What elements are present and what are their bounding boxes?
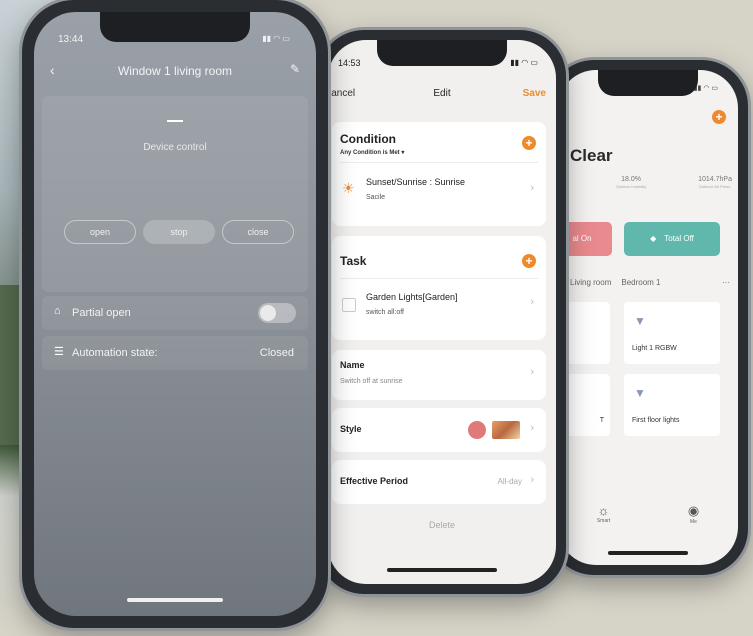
status-icons: ▮▮ ◠ ▭: [510, 58, 538, 67]
device-card-first-floor-lights[interactable]: ▼ First floor lights: [624, 374, 720, 436]
style-row[interactable]: Style ›: [332, 408, 546, 452]
sunrise-icon: ☀: [342, 180, 355, 196]
bulb-icon: ▼: [634, 314, 646, 328]
save-button[interactable]: Save: [523, 88, 546, 99]
phone-notch: [598, 70, 698, 96]
add-button[interactable]: +: [712, 110, 726, 124]
stop-button[interactable]: stop: [143, 220, 215, 244]
phone-middle: 14:53 ▮▮ ◠ ▭ Cancel Edit Save Condition …: [318, 30, 566, 594]
chevron-right-icon: ›: [530, 474, 534, 486]
add-task-button[interactable]: +: [522, 254, 536, 268]
total-off-button[interactable]: ◆ Total Off: [624, 222, 720, 256]
page-title: Window 1 living room: [117, 64, 233, 78]
status-time: 13:44: [58, 34, 84, 45]
tab-living-room[interactable]: Living room: [570, 278, 611, 287]
device-icon: [342, 298, 356, 312]
control-buttons: open stop close: [64, 220, 294, 244]
bottom-tab-bar: ☼ Smart ◉ Me: [558, 503, 738, 525]
device-control-label: Device control: [143, 142, 207, 153]
name-row[interactable]: Name Switch off at sunrise ›: [332, 350, 546, 400]
tab-smart[interactable]: ☼ Smart: [597, 503, 610, 525]
condition-title: Condition: [340, 132, 396, 146]
chevron-right-icon: ›: [530, 296, 534, 308]
home-indicator: [608, 551, 688, 555]
task-title: Task: [340, 254, 367, 268]
style-image-thumbnail: [492, 421, 520, 439]
nav-bar: ‹ Window 1 living room ✎: [34, 62, 316, 84]
close-button[interactable]: close: [222, 220, 294, 244]
tab-bedroom[interactable]: Bedroom 1: [621, 278, 660, 287]
status-time: 14:53: [338, 58, 361, 68]
chevron-right-icon: ›: [530, 422, 534, 434]
phone-right: ▮▮ ◠ ▭ + Clear 18.0% Outdoor humidity 101…: [548, 60, 748, 575]
condition-card: Condition Any Condition is Met ▾ + ☀ Sun…: [332, 122, 546, 226]
device-card-light-rgbw[interactable]: ▼ Light 1 RGBW: [624, 302, 720, 364]
effective-period-row[interactable]: Effective Period All-day ›: [332, 460, 546, 504]
total-on-button[interactable]: al On: [558, 222, 612, 256]
add-condition-button[interactable]: +: [522, 136, 536, 150]
stat-item: 1014.7hPa Outdoor Air Press.: [698, 176, 732, 189]
chevron-right-icon: ›: [530, 366, 534, 378]
partial-open-row: ⌂ Partial open: [42, 296, 308, 330]
style-color-swatch: [468, 421, 486, 439]
stat-item: 18.0% Outdoor humidity: [615, 176, 647, 189]
weather-stats: 18.0% Outdoor humidity 1014.7hPa Outdoor A…: [564, 176, 732, 189]
status-icons: ▮▮ ◠ ▭: [262, 34, 290, 43]
divider: [340, 162, 538, 163]
divider: [340, 278, 538, 279]
automation-state-row: ☰ Automation state: Closed: [42, 336, 308, 370]
room-tabs: Living room Bedroom 1 ···: [570, 278, 730, 287]
phone-right-screen: ▮▮ ◠ ▭ + Clear 18.0% Outdoor humidity 101…: [558, 70, 738, 565]
automation-state-value: Closed: [259, 347, 294, 359]
chevron-right-icon: ›: [530, 182, 534, 194]
edit-icon[interactable]: ✎: [290, 62, 300, 76]
menu-icon: ☰: [54, 346, 64, 358]
phone-middle-screen: 14:53 ▮▮ ◠ ▭ Cancel Edit Save Condition …: [328, 40, 556, 584]
home-indicator: [387, 568, 497, 572]
task-item[interactable]: Garden Lights[Garden] switch all:off ›: [332, 282, 546, 334]
sun-icon: ☼: [597, 503, 610, 518]
bulb-icon: ▼: [634, 386, 646, 400]
device-state-indicator: [167, 120, 183, 122]
device-control-panel: [42, 96, 308, 292]
delete-button[interactable]: Delete: [328, 520, 556, 530]
task-card: Task + Garden Lights[Garden] switch all:…: [332, 236, 546, 340]
condition-mode[interactable]: Any Condition is Met ▾: [340, 149, 404, 156]
nav-bar: Cancel Edit Save: [328, 88, 556, 108]
weather-label: Clear: [570, 146, 613, 165]
phone-left-screen: 13:44 ▮▮ ◠ ▭ ‹ Window 1 living room ✎ De…: [34, 12, 316, 616]
condition-item[interactable]: ☀ Sunset/Sunrise : Sunrise Sacile ›: [332, 166, 546, 220]
open-button[interactable]: open: [64, 220, 136, 244]
phone-notch: [100, 12, 250, 42]
phone-left: 13:44 ▮▮ ◠ ▭ ‹ Window 1 living room ✎ De…: [22, 0, 328, 628]
status-icons: ▮▮ ◠ ▭: [693, 85, 718, 92]
tag-icon: ◆: [650, 234, 657, 243]
tab-me[interactable]: ◉ Me: [688, 503, 699, 525]
partial-open-toggle[interactable]: [258, 303, 296, 323]
home-indicator: [127, 598, 223, 602]
user-icon: ◉: [687, 503, 700, 518]
phone-notch: [377, 40, 507, 66]
home-icon: ⌂: [54, 305, 61, 317]
more-tabs-icon[interactable]: ···: [722, 278, 730, 287]
